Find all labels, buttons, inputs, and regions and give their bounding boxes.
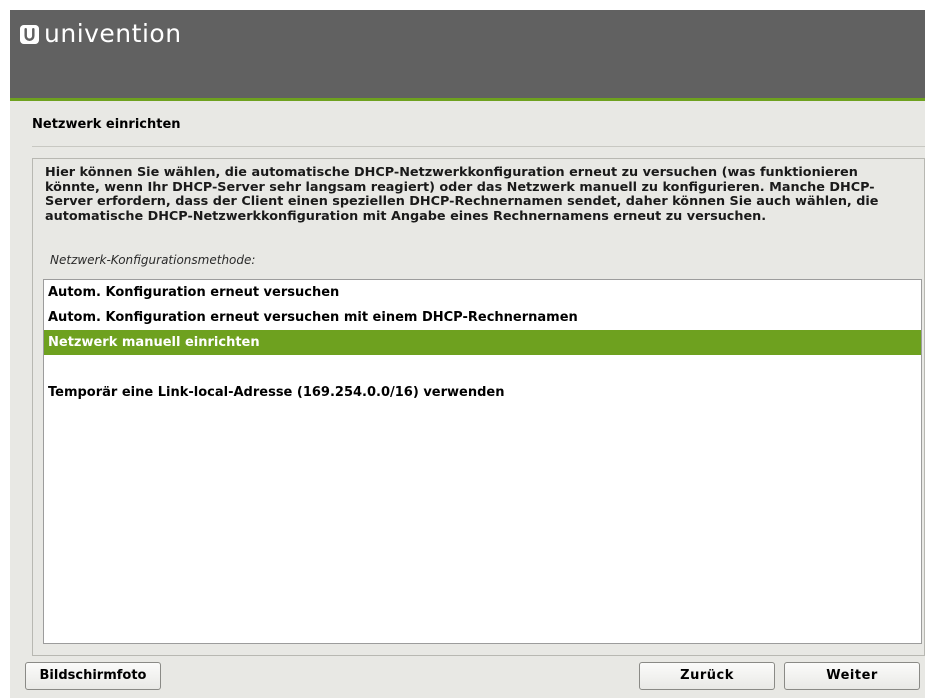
brand-logo: univention (20, 19, 182, 49)
installer-window: univention Netzwerk einrichten Hier könn… (10, 10, 925, 698)
question-label: Netzwerk-Konfigurationsmethode: (50, 253, 256, 267)
list-item-link-local[interactable]: Temporär eine Link-local-Adresse (169.25… (44, 380, 921, 405)
title-divider (32, 146, 925, 147)
brand-name: univention (44, 19, 182, 48)
list-item-manual-config[interactable]: Netzwerk manuell einrichten (44, 330, 921, 355)
list-item-empty[interactable] (44, 355, 921, 380)
header-accent-stripe (10, 98, 925, 101)
screenshot-button[interactable]: Bildschirmfoto (25, 662, 161, 690)
univention-logo-icon (20, 24, 39, 44)
next-button[interactable]: Weiter (784, 662, 920, 690)
back-button[interactable]: Zurück (639, 662, 775, 690)
page-title: Netzwerk einrichten (32, 117, 181, 132)
content-panel: Hier können Sie wählen, die automatische… (32, 158, 925, 656)
list-item-retry-autoconfig[interactable]: Autom. Konfiguration erneut versuchen (44, 280, 921, 305)
list-item-retry-autoconfig-hostname[interactable]: Autom. Konfiguration erneut versuchen mi… (44, 305, 921, 330)
description-text: Hier können Sie wählen, die automatische… (45, 165, 879, 224)
header-bar: univention (10, 10, 925, 98)
configuration-method-list[interactable]: Autom. Konfiguration erneut versuchen Au… (43, 279, 922, 644)
